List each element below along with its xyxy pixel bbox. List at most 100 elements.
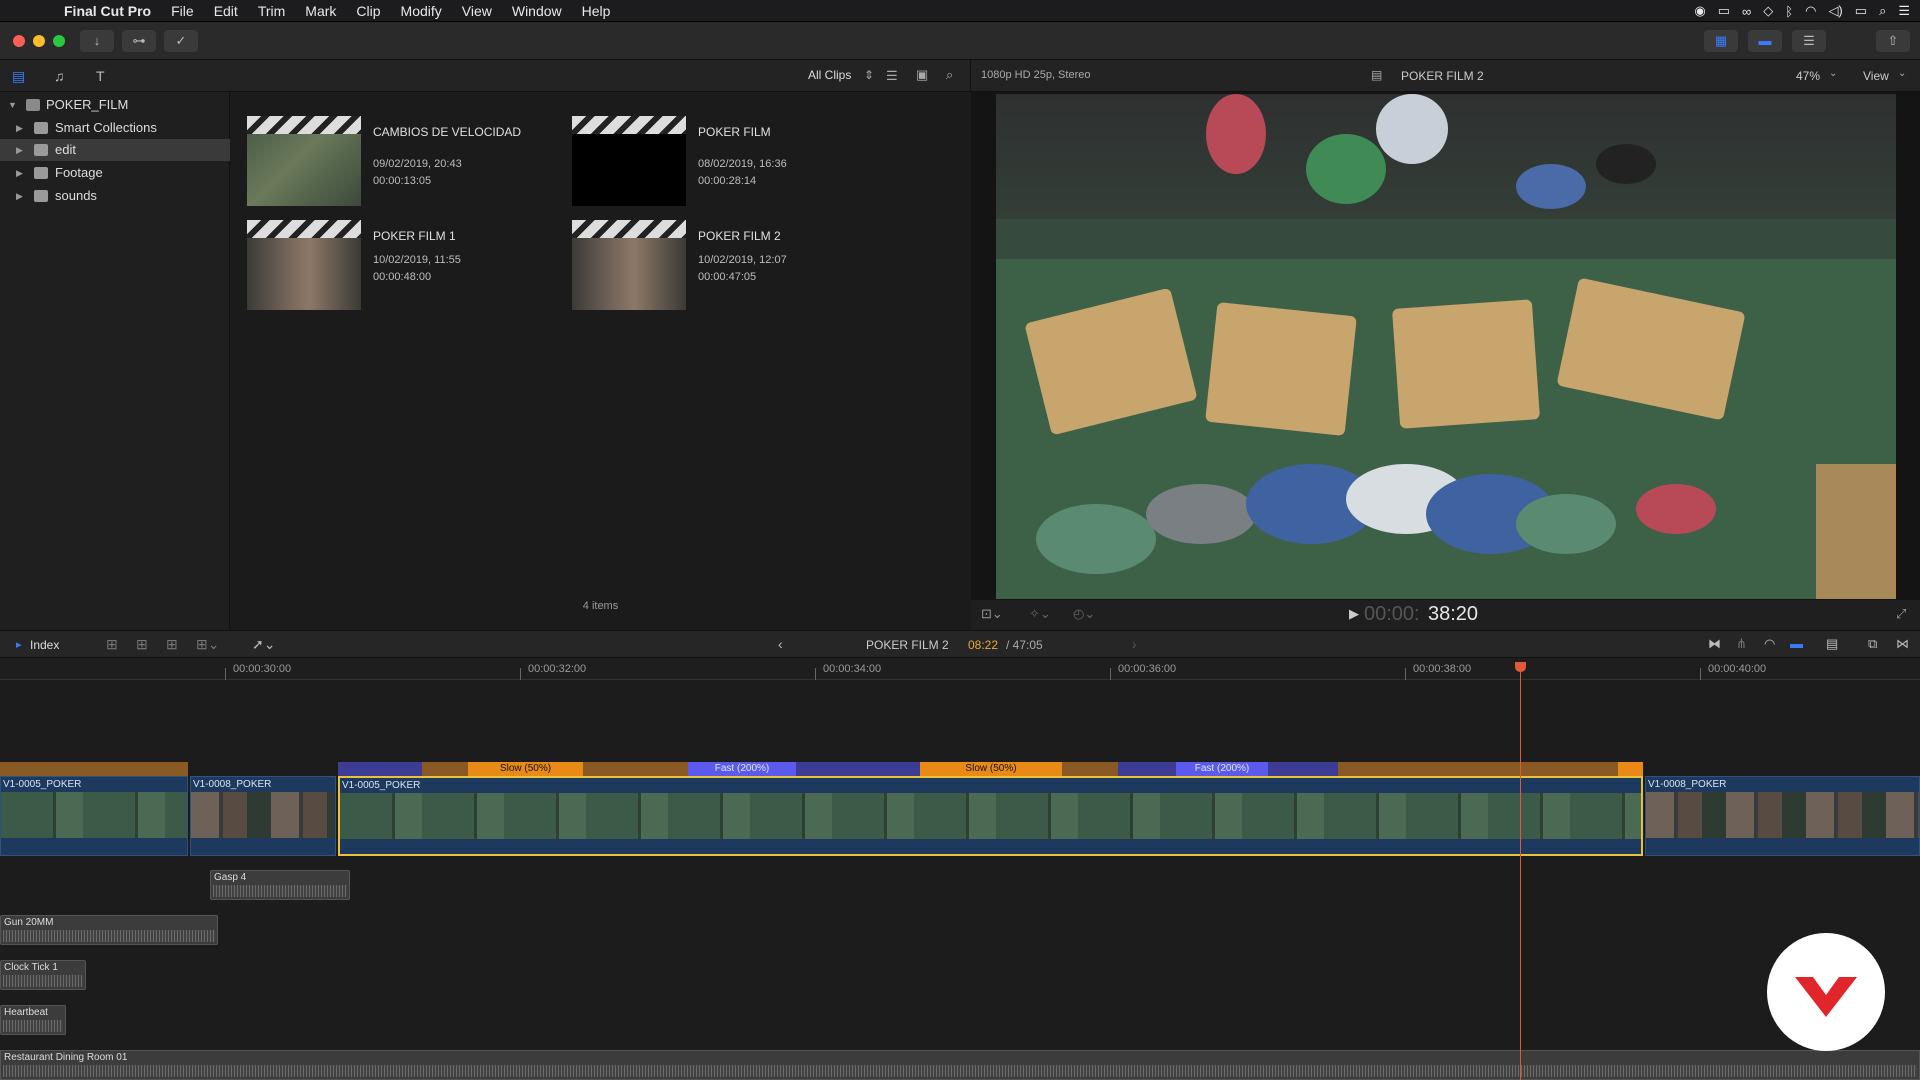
menu-file[interactable]: File xyxy=(161,3,204,19)
record-icon[interactable]: ◉ xyxy=(1694,3,1705,19)
chevron-updown-icon[interactable]: ⇕ xyxy=(864,68,874,82)
display-icon[interactable]: ▭ xyxy=(1718,3,1730,19)
disclosure-icon[interactable]: ▶ xyxy=(16,117,23,139)
retime-segment-slow[interactable]: Slow (50%) xyxy=(920,762,1062,776)
volume-icon[interactable]: ◁) xyxy=(1828,3,1842,19)
browser-clip[interactable]: POKER FILM 1 10/02/2019, 11:55 00:00:48:… xyxy=(231,220,551,320)
disclosure-open-icon[interactable]: ▼ xyxy=(8,94,17,116)
sidebar-item-edit[interactable]: ▶ edit xyxy=(0,139,230,161)
disclosure-icon[interactable]: ▶ xyxy=(16,139,23,161)
keywords-button[interactable]: ⊶ xyxy=(122,30,156,52)
clip-appearance-icon[interactable]: ▤ xyxy=(1826,636,1838,652)
minimize-window-icon[interactable] xyxy=(33,35,45,47)
retime-segment[interactable] xyxy=(583,762,693,776)
chevron-down-icon[interactable]: ⌄ xyxy=(1898,68,1906,79)
browser-clip[interactable]: POKER FILM 2 10/02/2019, 12:07 00:00:47:… xyxy=(556,220,876,320)
retime-segment-fast[interactable]: Fast (200%) xyxy=(688,762,796,776)
clip-appearance-icon[interactable]: ▣ xyxy=(916,67,928,83)
retime-segment[interactable] xyxy=(1618,762,1643,776)
zoom-window-icon[interactable] xyxy=(53,35,65,47)
retime-segment[interactable] xyxy=(0,762,188,776)
menu-edit[interactable]: Edit xyxy=(204,3,248,19)
audio-clip[interactable]: Clock Tick 1 xyxy=(0,960,86,990)
retime-bar[interactable] xyxy=(0,762,188,776)
fullscreen-icon[interactable]: ⤢ xyxy=(1896,606,1906,622)
menu-view[interactable]: View xyxy=(452,3,502,19)
list-view-icon[interactable]: ☰ xyxy=(886,68,898,84)
retime-segment[interactable] xyxy=(796,762,920,776)
retime-icon[interactable]: ◴⌄ xyxy=(1073,606,1095,622)
index-button[interactable]: Index xyxy=(30,638,59,652)
chevron-down-icon[interactable]: ⌄ xyxy=(1829,68,1837,79)
app-menu[interactable]: Final Cut Pro xyxy=(54,3,161,19)
sidebar-item-sounds[interactable]: ▶ sounds xyxy=(0,185,230,207)
clip-filter-dropdown[interactable]: All Clips xyxy=(808,68,851,82)
wifi-icon[interactable]: ◠ xyxy=(1805,3,1816,19)
audio-clip[interactable]: Restaurant Dining Room 01 xyxy=(0,1050,1920,1080)
library-root[interactable]: ▼ POKER_FILM xyxy=(0,94,230,116)
creative-cloud-icon[interactable]: ∞ xyxy=(1742,4,1751,19)
libraries-icon[interactable]: ▤ xyxy=(12,68,25,85)
video-frame[interactable] xyxy=(996,94,1896,599)
enhance-icon[interactable]: ✧⌄ xyxy=(1029,606,1051,622)
menu-mark[interactable]: Mark xyxy=(295,3,346,19)
inspector-button[interactable]: ☰ xyxy=(1792,30,1826,52)
sidebar-item-footage[interactable]: ▶ Footage xyxy=(0,162,230,184)
close-window-icon[interactable] xyxy=(13,35,25,47)
retime-segment[interactable] xyxy=(1338,762,1618,776)
retime-segment[interactable] xyxy=(1268,762,1338,776)
retime-segment[interactable] xyxy=(1062,762,1118,776)
view-dropdown[interactable]: View xyxy=(1863,69,1889,83)
audio-clip[interactable]: Gun 20MM xyxy=(0,915,218,945)
append-clip-icon[interactable]: ⊞ xyxy=(166,636,178,653)
spotlight-icon[interactable]: ⌕ xyxy=(1879,3,1886,19)
timeline-clip[interactable]: V1-0005_POKER xyxy=(0,776,188,856)
forward-arrow-icon[interactable]: › xyxy=(1132,636,1137,652)
disclosure-icon[interactable]: ▶ xyxy=(16,162,23,184)
timeline-ruler[interactable]: 00:00:30:00 00:00:32:00 00:00:34:00 00:0… xyxy=(0,658,1920,680)
retime-bar[interactable]: Slow (50%) Fast (200%) Slow (50%) Fast (… xyxy=(338,762,1643,776)
menu-trim[interactable]: Trim xyxy=(248,3,295,19)
retime-segment-fast[interactable]: Fast (200%) xyxy=(1176,762,1268,776)
sidebar-item-smart-collections[interactable]: ▶ Smart Collections xyxy=(0,117,230,139)
solo-icon[interactable]: ◠ xyxy=(1764,636,1775,652)
timeline[interactable]: V1-0005_POKER V1-0008_POKER Slow (50%) F… xyxy=(0,680,1920,1080)
overwrite-clip-icon[interactable]: ⊞⌄ xyxy=(196,636,219,653)
timeline-clip-selected[interactable]: V1-0005_POKER xyxy=(338,776,1643,856)
search-icon[interactable]: ⌕ xyxy=(946,67,953,83)
menu-help[interactable]: Help xyxy=(572,3,621,19)
timeline-index-icon[interactable]: ⧉ xyxy=(1868,636,1877,652)
timeline-clip[interactable]: V1-0008_POKER xyxy=(1645,776,1920,856)
bluetooth-icon[interactable]: ᛒ xyxy=(1785,4,1793,19)
connect-clip-icon[interactable]: ⊞ xyxy=(106,636,118,653)
photos-audio-icon[interactable]: ♫ xyxy=(54,68,65,84)
menu-modify[interactable]: Modify xyxy=(391,3,452,19)
browser-clip[interactable]: CAMBIOS DE VELOCIDAD 09/02/2019, 20:43 0… xyxy=(231,116,551,216)
retime-segment-slow[interactable]: Slow (50%) xyxy=(468,762,583,776)
timeline-layout-button[interactable]: ▬ xyxy=(1748,30,1782,52)
playhead-handle[interactable] xyxy=(1515,662,1526,672)
zoom-dropdown[interactable]: 47% xyxy=(1796,69,1820,83)
audio-skimming-icon[interactable]: ⋔ xyxy=(1736,636,1747,652)
menu-window[interactable]: Window xyxy=(502,3,572,19)
disclosure-icon[interactable]: ▶ xyxy=(16,185,23,207)
back-arrow-icon[interactable]: ‹ xyxy=(778,636,783,652)
effects-browser-icon[interactable]: ⋈ xyxy=(1896,636,1909,652)
snapping-icon[interactable]: ▬ xyxy=(1790,636,1803,651)
menu-clip[interactable]: Clip xyxy=(346,3,390,19)
browser-layout-button[interactable]: ▦ xyxy=(1704,30,1738,52)
audio-clip[interactable]: Heartbeat xyxy=(0,1005,66,1035)
notification-center-icon[interactable]: ☰ xyxy=(1898,3,1910,19)
share-button[interactable]: ⇧ xyxy=(1876,30,1910,52)
playhead[interactable] xyxy=(1520,662,1521,1080)
audio-clip[interactable]: Gasp 4 xyxy=(210,870,350,900)
battery-icon[interactable]: ▭ xyxy=(1855,3,1867,19)
insert-clip-icon[interactable]: ⊞ xyxy=(136,636,148,653)
timeline-clip[interactable]: V1-0008_POKER xyxy=(190,776,336,856)
dropbox-icon[interactable]: ◇ xyxy=(1763,3,1773,19)
browser-clip[interactable]: POKER FILM 08/02/2019, 16:36 00:00:28:14 xyxy=(556,116,876,216)
skimming-icon[interactable]: ⧓ xyxy=(1708,636,1721,652)
transform-icon[interactable]: ⊡⌄ xyxy=(981,606,1003,622)
titles-generators-icon[interactable]: T xyxy=(96,68,105,84)
retime-segment[interactable] xyxy=(338,762,422,776)
